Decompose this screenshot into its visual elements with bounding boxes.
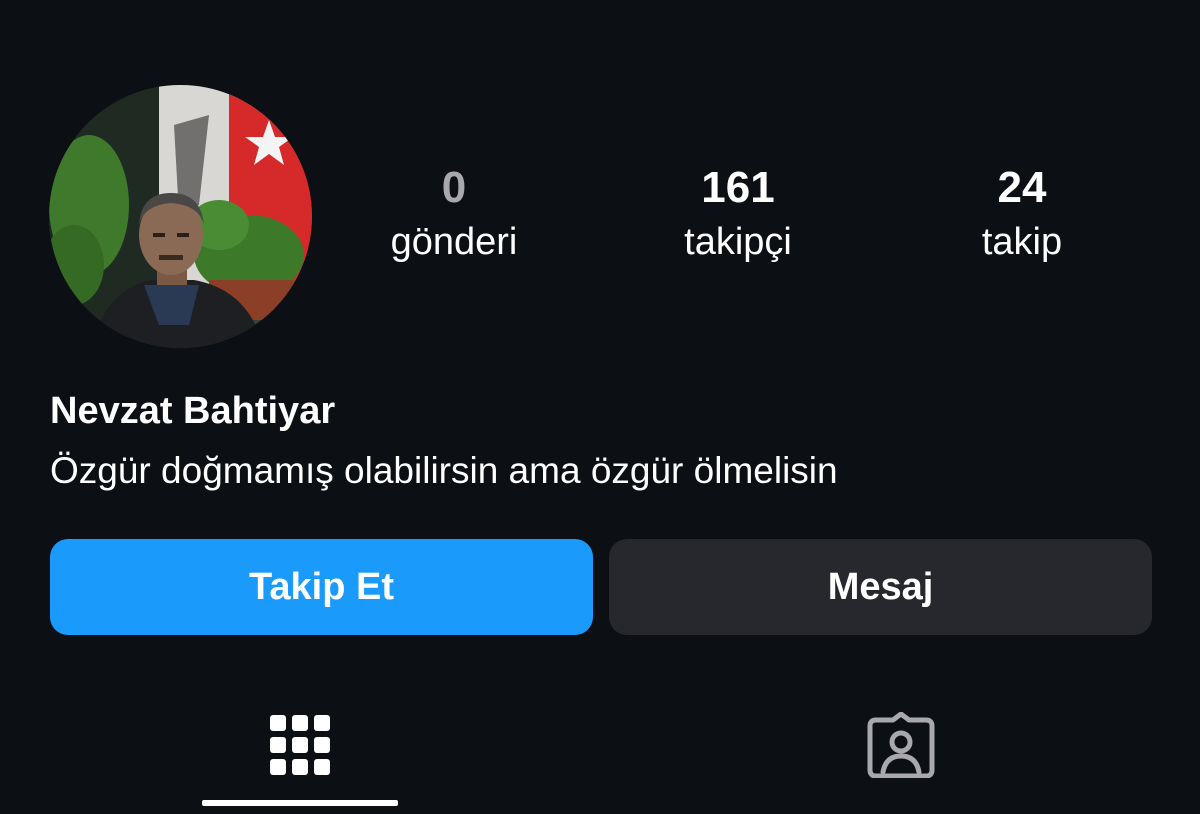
tab-tagged[interactable] (803, 690, 999, 800)
posts-label: gönderi (390, 221, 518, 263)
following-stat[interactable]: 24 takip (912, 162, 1132, 266)
active-tab-indicator (202, 800, 398, 806)
followers-label: takipçi (684, 221, 792, 263)
following-count: 24 (997, 163, 1047, 212)
follow-button[interactable]: Takip Et (50, 539, 593, 635)
following-label: takip (981, 221, 1063, 263)
profile-bio: Özgür doğmamış olabilirsin ama özgür ölm… (50, 450, 838, 491)
posts-stat: 0 gönderi (344, 162, 564, 266)
tab-posts-grid[interactable] (202, 690, 398, 800)
posts-count: 0 (441, 163, 467, 212)
message-button[interactable]: Mesaj (609, 539, 1152, 635)
followers-count: 161 (701, 163, 775, 212)
avatar-photo (49, 85, 312, 348)
grid-icon (270, 715, 330, 775)
tagged-icon (867, 712, 935, 778)
profile-avatar[interactable] (49, 85, 312, 348)
followers-stat[interactable]: 161 takipçi (628, 162, 848, 266)
profile-name: Nevzat Bahtiyar (50, 390, 336, 432)
